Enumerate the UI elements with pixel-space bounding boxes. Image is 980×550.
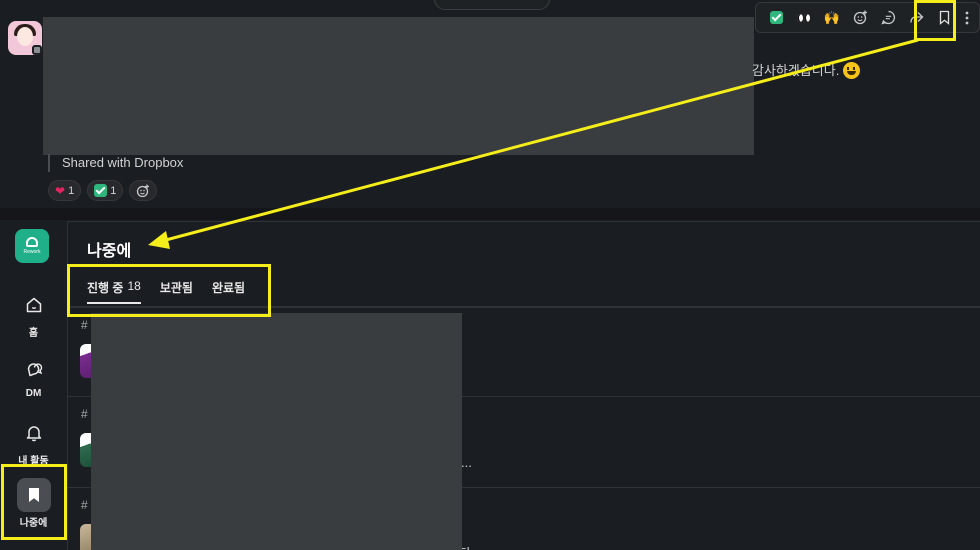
heart-icon: ❤ xyxy=(55,183,66,198)
add-reaction-button[interactable] xyxy=(129,180,158,201)
reaction-check[interactable]: 1 xyxy=(87,180,124,201)
message-attachment-redacted[interactable] xyxy=(43,17,754,155)
channel-hash-icon: # xyxy=(81,498,88,512)
presence-status-icon xyxy=(32,45,42,55)
reaction-heart[interactable]: ❤ 1 xyxy=(48,180,82,201)
add-emoji-icon xyxy=(137,184,150,197)
message-snippet: ... xyxy=(461,455,472,470)
reply-thread-button[interactable] xyxy=(874,5,902,31)
sender-avatar[interactable] xyxy=(8,21,42,55)
direct-messages-icon xyxy=(27,363,42,377)
redacted-content-overlay xyxy=(91,313,462,550)
bell-icon xyxy=(26,426,41,442)
page-title: 나중에 xyxy=(87,243,132,260)
add-emoji-icon xyxy=(853,10,867,25)
channel-hash-icon: # xyxy=(81,318,88,332)
nav-home[interactable]: 홈 xyxy=(0,288,67,339)
nav-dm[interactable]: DM xyxy=(0,352,67,399)
more-actions-button[interactable] xyxy=(958,5,976,31)
add-reaction-toolbar-button[interactable] xyxy=(846,5,874,31)
nav-activity[interactable]: 내 활동 xyxy=(0,416,67,467)
message-view: 감사하겠습니다. Shared with Dropbox ❤ 1 1 🙌 xyxy=(0,0,980,208)
thread-icon xyxy=(880,10,895,25)
highlight-nav-later xyxy=(1,464,67,540)
eyes-reaction-button[interactable] xyxy=(790,5,818,31)
shared-with-dropbox-label: Shared with Dropbox xyxy=(48,154,183,172)
new-messages-pill[interactable] xyxy=(434,0,550,10)
more-vertical-icon xyxy=(965,11,969,24)
raised-hands-reaction-button[interactable]: 🙌 xyxy=(818,5,846,31)
smile-emoji-icon xyxy=(843,62,861,79)
home-icon xyxy=(26,297,41,313)
raised-hands-icon: 🙌 xyxy=(823,9,841,25)
check-icon xyxy=(769,11,783,24)
message-text: 감사하겠습니다. xyxy=(752,60,861,79)
check-icon xyxy=(94,184,108,197)
panel-divider xyxy=(0,208,980,220)
eyes-icon xyxy=(797,13,811,22)
highlight-save-button xyxy=(914,0,956,41)
workspace-logo-icon xyxy=(26,237,38,247)
check-reaction-button[interactable] xyxy=(762,5,790,31)
reaction-bar: ❤ 1 1 xyxy=(48,180,158,201)
highlight-tabs xyxy=(67,264,271,317)
channel-hash-icon: # xyxy=(81,407,88,421)
workspace-logo[interactable]: Rework xyxy=(15,229,49,263)
